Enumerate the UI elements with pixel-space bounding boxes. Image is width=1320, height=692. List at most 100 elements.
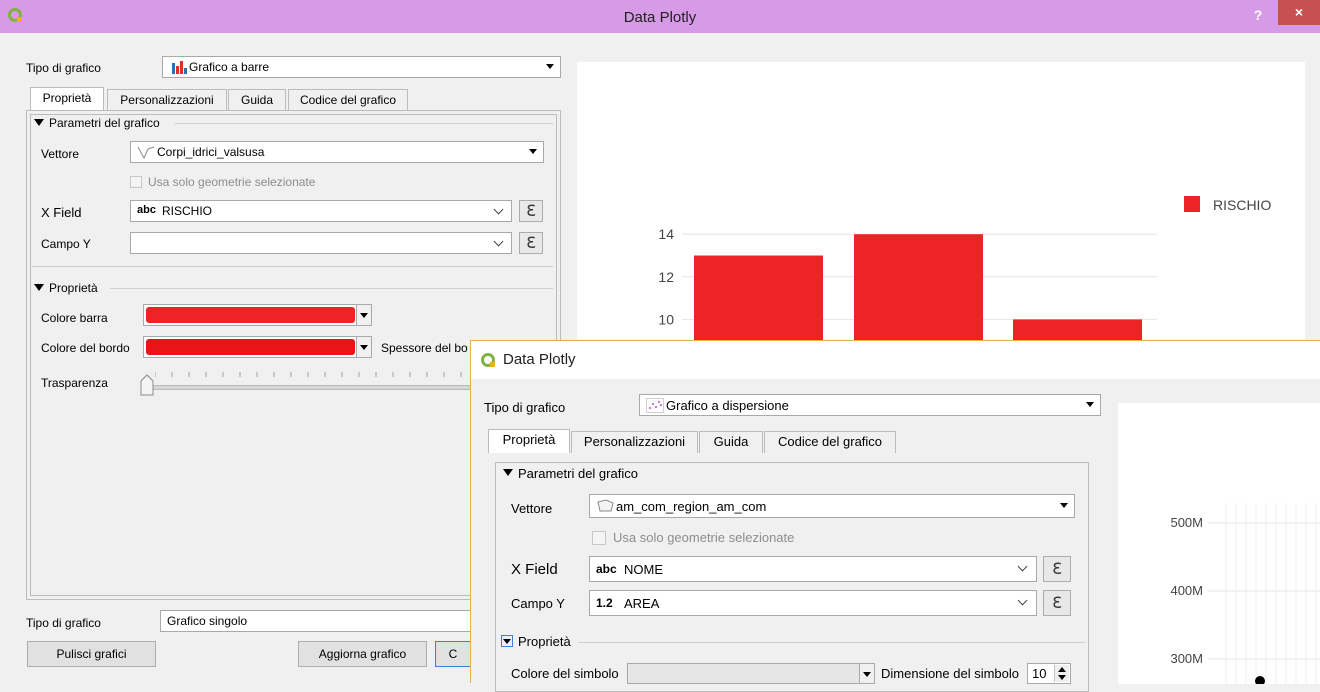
bar-chart[interactable]: 14 12 10 RISCHIO: [577, 62, 1305, 362]
transparency-label: Trasparenza: [41, 376, 108, 390]
x-field-label: X Field: [41, 205, 82, 220]
create-plot-button[interactable]: C: [435, 641, 471, 667]
scatter-chart[interactable]: 500M 400M 300M: [1118, 403, 1320, 686]
collapse-button[interactable]: [501, 635, 513, 647]
close-button[interactable]: ×: [1278, 0, 1320, 25]
tab-plot-code[interactable]: Codice del grafico: [288, 89, 408, 111]
expression-epsilon-icon[interactable]: ℇ: [519, 232, 543, 254]
chevron-down-icon: [493, 236, 504, 247]
chevron-down-icon: [493, 204, 504, 215]
collapse-arrow-icon[interactable]: [34, 284, 44, 291]
layer-combo[interactable]: Corpi_idrici_valsusa: [130, 141, 544, 163]
y-field-combo[interactable]: 1.2 AREA: [589, 590, 1037, 616]
tab-properties[interactable]: Proprietà: [30, 87, 104, 111]
section-divider: [110, 288, 553, 289]
spin-arrows-icon[interactable]: [1054, 665, 1069, 682]
tab-customizations[interactable]: Personalizzazioni: [107, 89, 227, 111]
collapse-arrow-icon: [503, 639, 511, 644]
symbol-size-value: 10: [1032, 666, 1047, 681]
expression-epsilon-icon[interactable]: ℇ: [519, 200, 543, 222]
chart-params-section-title: Parametri del grafico: [518, 466, 638, 481]
y-tick-label: 300M: [1170, 651, 1203, 666]
x-field-combo[interactable]: abc RISCHIO: [130, 200, 512, 222]
window-title: Data Plotly: [503, 351, 576, 368]
layer-value: Corpi_idrici_valsusa: [157, 145, 265, 159]
chart-type-value: Grafico a dispersione: [666, 398, 789, 413]
legend-swatch: [1184, 196, 1200, 212]
selected-only-label: Usa solo geometrie selezionate: [613, 530, 795, 545]
tab-customizations[interactable]: Personalizzazioni: [571, 431, 698, 453]
chevron-down-icon: [1017, 595, 1028, 606]
symbol-size-spinbox[interactable]: 10: [1027, 663, 1071, 684]
chart-type-combo[interactable]: Grafico a barre: [162, 56, 561, 78]
section-divider: [175, 123, 553, 124]
chevron-down-icon: [1017, 561, 1028, 572]
symbol-color-picker[interactable]: [627, 663, 875, 684]
border-color-label: Colore del bordo: [41, 341, 130, 355]
bar-color-picker[interactable]: [143, 304, 372, 326]
y-field-label: Campo Y: [41, 237, 91, 251]
y-field-label: Campo Y: [511, 596, 565, 611]
symbol-color-label: Colore del simbolo: [511, 666, 619, 681]
window-title: Data Plotly: [623, 9, 697, 26]
transparency-slider-handle[interactable]: [140, 374, 154, 396]
chart-type-combo[interactable]: Grafico a dispersione: [639, 394, 1101, 416]
scatter-chart-svg: 500M 400M 300M: [1170, 503, 1320, 686]
symbol-size-label: Dimensione del simbolo: [881, 666, 1020, 681]
selected-only-checkbox[interactable]: [130, 176, 142, 188]
x-field-value: NOME: [624, 562, 663, 577]
chevron-down-icon: [1060, 503, 1068, 508]
bar-chart-icon: [172, 61, 187, 74]
expression-epsilon-icon[interactable]: ℇ: [1043, 590, 1071, 616]
tab-properties[interactable]: Proprietà: [488, 429, 570, 453]
chevron-down-icon: [546, 64, 554, 69]
tab-guide[interactable]: Guida: [699, 431, 763, 453]
border-color-swatch: [146, 339, 355, 355]
layer-label: Vettore: [41, 147, 80, 161]
chart-params-section-title: Parametri del grafico: [49, 116, 160, 130]
second-window: Data Plotly Tipo di grafico Grafico a di…: [470, 340, 1320, 692]
border-color-picker[interactable]: [143, 336, 372, 358]
chevron-down-icon[interactable]: [356, 337, 371, 357]
y-tick-label: 500M: [1170, 515, 1203, 530]
section-divider: [32, 266, 553, 267]
chevron-down-icon[interactable]: [859, 664, 874, 683]
plot-type-value: Grafico singolo: [167, 614, 248, 628]
x-field-label: X Field: [511, 561, 558, 578]
update-plot-button[interactable]: Aggiorna grafico: [298, 641, 427, 667]
x-field-value: RISCHIO: [162, 204, 213, 218]
tab-guide[interactable]: Guida: [228, 89, 286, 111]
x-field-combo[interactable]: abc NOME: [589, 556, 1037, 582]
border-width-label: Spessore del bo: [381, 341, 468, 355]
collapse-arrow-icon[interactable]: [34, 119, 44, 126]
legend-label: RISCHIO: [1213, 197, 1271, 213]
expression-epsilon-icon[interactable]: ℇ: [1043, 556, 1071, 582]
tab-plot-code[interactable]: Codice del grafico: [764, 431, 896, 453]
scatter-chart-icon: [646, 398, 664, 413]
string-type-icon: abc: [137, 204, 156, 216]
string-type-icon: abc: [596, 562, 617, 576]
properties-section-title: Proprietà: [49, 281, 98, 295]
layer-label: Vettore: [511, 501, 553, 516]
y-field-combo[interactable]: [130, 232, 512, 254]
title-bar[interactable]: [471, 341, 1320, 379]
clear-plots-button[interactable]: Pulisci grafici: [27, 641, 156, 667]
help-button[interactable]: ?: [1246, 6, 1270, 24]
layer-combo[interactable]: am_com_region_am_com: [589, 494, 1075, 518]
chart-type-value: Grafico a barre: [189, 60, 270, 74]
slider-ticks: [155, 372, 462, 377]
bar-color-label: Colore barra: [41, 311, 108, 325]
line-layer-icon: [137, 146, 155, 159]
collapse-arrow-icon[interactable]: [503, 469, 513, 476]
section-divider: [578, 642, 1085, 643]
selected-only-checkbox[interactable]: [592, 531, 606, 545]
chevron-down-icon: [529, 149, 537, 154]
y-tick-label: 400M: [1170, 583, 1203, 598]
numeric-type-icon: 1.2: [596, 596, 613, 610]
chevron-down-icon[interactable]: [356, 305, 371, 325]
y-tick-label: 14: [658, 226, 674, 242]
layer-value: am_com_region_am_com: [616, 499, 767, 514]
chart-type-label: Tipo di grafico: [26, 61, 101, 75]
transparency-slider-track[interactable]: [143, 385, 475, 390]
plot-type-combo[interactable]: Grafico singolo: [160, 610, 471, 632]
